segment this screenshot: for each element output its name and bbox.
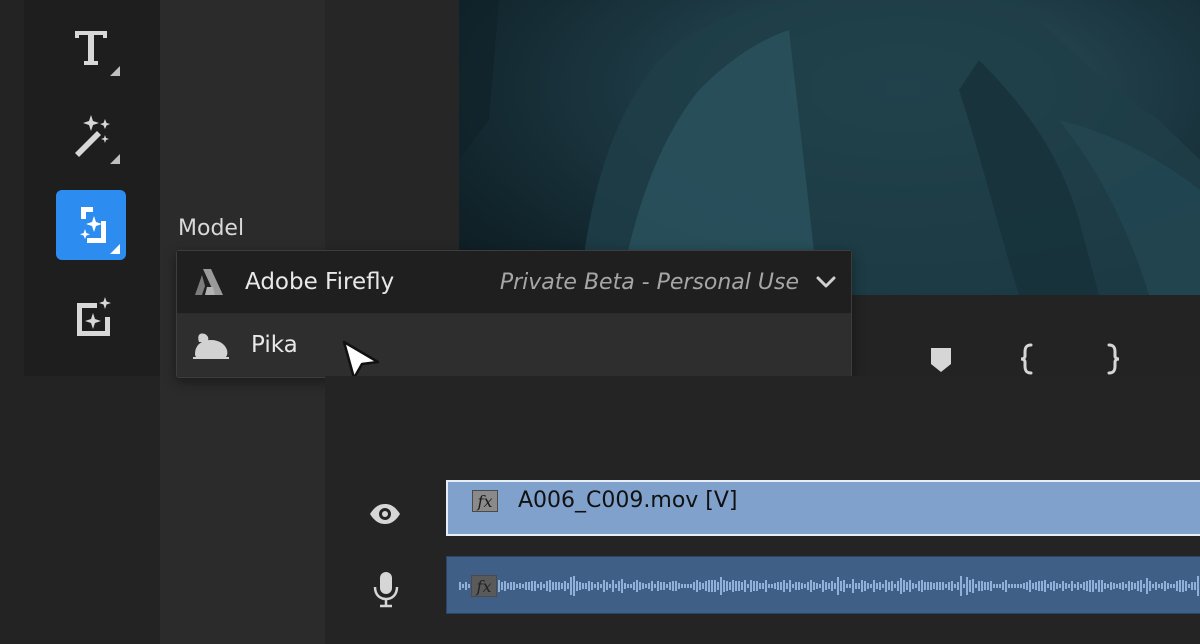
- model-label: Model: [178, 216, 245, 241]
- add-marker-icon[interactable]: [926, 342, 956, 376]
- model-option-adobe-firefly[interactable]: Adobe Firefly Private Beta - Personal Us…: [177, 251, 851, 313]
- flyout-indicator: [110, 154, 120, 164]
- fx-badge: fx: [471, 575, 497, 597]
- audio-waveform: [459, 576, 1199, 596]
- magic-wand-tool-button[interactable]: [56, 100, 126, 170]
- model-dropdown[interactable]: Adobe Firefly Private Beta - Personal Us…: [176, 250, 852, 378]
- magic-wand-icon: [75, 115, 110, 157]
- pika-rabbit-icon: [193, 333, 229, 359]
- adobe-firefly-icon: [195, 269, 223, 295]
- fx-badge: fx: [472, 490, 498, 512]
- mark-out-icon[interactable]: [1098, 342, 1128, 376]
- audio-clip[interactable]: fx: [446, 556, 1200, 614]
- generate-image-icon: [77, 297, 111, 336]
- model-option-badge: Private Beta - Personal Use: [499, 269, 799, 295]
- clip-name: A006_C009.mov [V]: [518, 488, 738, 513]
- generative-extend-icon: [80, 207, 106, 243]
- flyout-indicator: [110, 66, 120, 76]
- mark-in-icon[interactable]: [1012, 342, 1042, 376]
- generate-image-tool-button[interactable]: [56, 282, 126, 352]
- model-option-label: Adobe Firefly: [245, 269, 395, 295]
- type-tool-icon: [75, 31, 107, 65]
- type-tool-button[interactable]: [56, 12, 126, 82]
- generative-extend-tool-button[interactable]: [56, 190, 126, 260]
- model-option-label: Pika: [251, 332, 298, 358]
- toggle-track-output-eye-icon[interactable]: [368, 497, 402, 531]
- chevron-down-icon[interactable]: [815, 271, 837, 293]
- flyout-indicator: [110, 244, 120, 254]
- model-option-pika[interactable]: Pika: [177, 314, 851, 376]
- voice-over-record-mic-icon[interactable]: [372, 570, 400, 608]
- video-clip[interactable]: fx A006_C009.mov [V]: [446, 480, 1200, 536]
